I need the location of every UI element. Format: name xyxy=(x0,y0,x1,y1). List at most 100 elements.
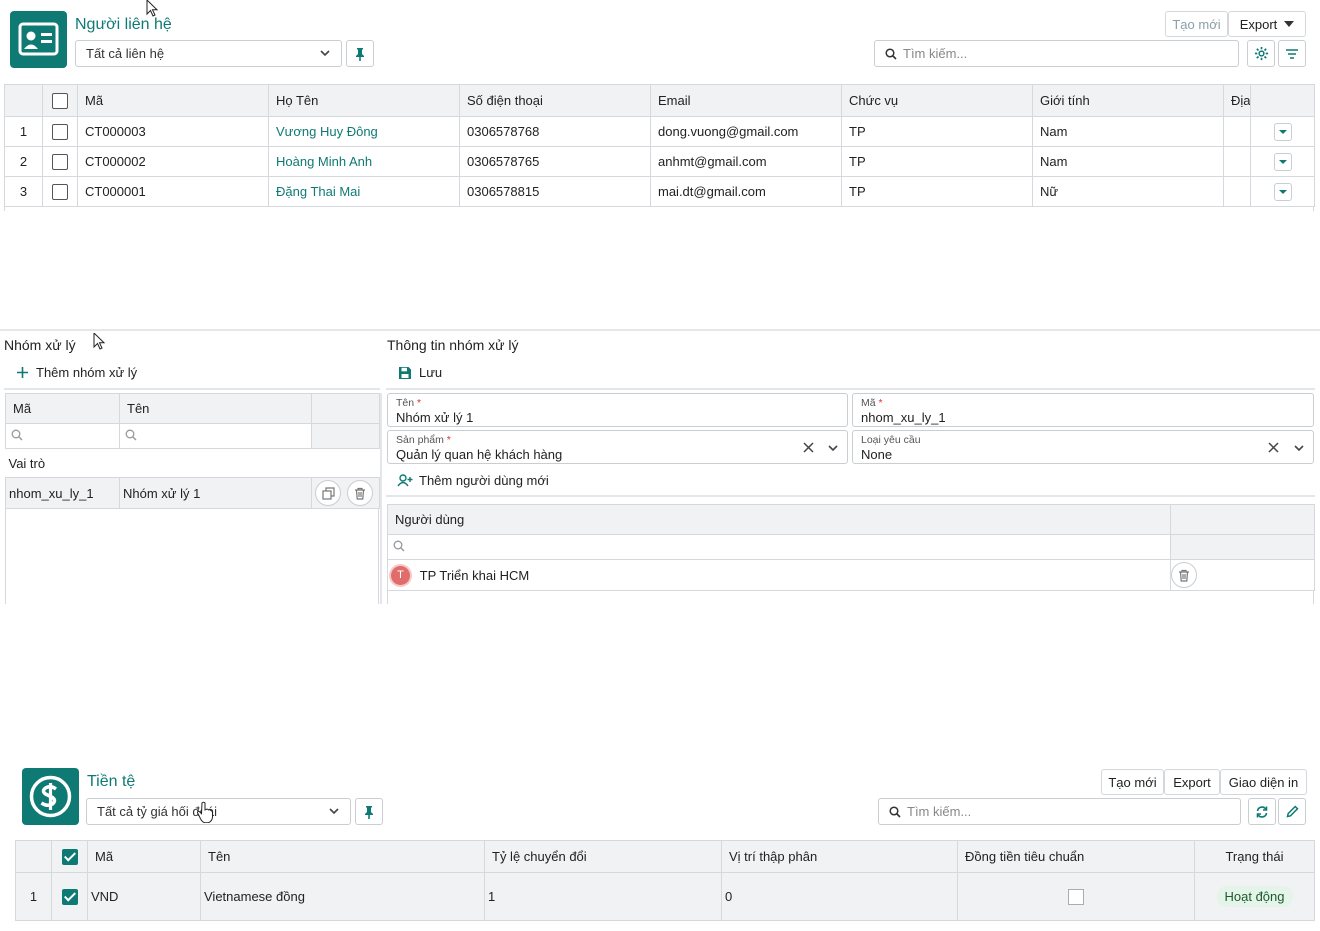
contact-position: TP xyxy=(841,146,1033,177)
standard-currency-cell[interactable] xyxy=(957,872,1195,921)
name-filter-input[interactable] xyxy=(119,423,312,449)
filter-button[interactable] xyxy=(1278,40,1306,67)
column-header[interactable]: Họ Tên xyxy=(268,84,460,117)
row-checkbox[interactable] xyxy=(61,888,78,905)
row-menu-button[interactable] xyxy=(1273,122,1292,141)
add-group-button[interactable]: Thêm nhóm xử lý xyxy=(16,365,137,380)
product-select[interactable]: Sản phẩm * Quản lý quan hệ khách hàng xyxy=(387,430,848,464)
mouse-cursor-icon xyxy=(93,333,106,350)
chevron-down-icon[interactable] xyxy=(1293,442,1305,454)
column-header[interactable]: Người dùng xyxy=(387,504,1171,535)
column-header[interactable]: Trạng thái xyxy=(1194,840,1315,873)
column-header[interactable]: Mã xyxy=(77,84,269,117)
contact-search-input[interactable]: Tìm kiếm... xyxy=(874,40,1239,67)
trash-icon xyxy=(1179,569,1189,582)
contact-name-link[interactable]: Hoàng Minh Anh xyxy=(268,146,460,177)
table-row[interactable]: nhom_xu_ly_1 Nhóm xử lý 1 xyxy=(5,477,380,509)
row-select-cell[interactable] xyxy=(42,146,78,177)
select-all-checkbox[interactable] xyxy=(61,848,78,865)
row-action-cell[interactable] xyxy=(1250,176,1315,207)
table-row[interactable]: 1 VND Vietnamese đồng 1 0 Hoạt động xyxy=(15,872,1315,921)
column-header[interactable]: Email xyxy=(650,84,842,117)
row-index: 3 xyxy=(4,176,43,207)
product-label: Sản phẩm * xyxy=(396,434,451,446)
add-user-button[interactable]: Thêm người dùng mới xyxy=(397,473,549,488)
export-label: Export xyxy=(1239,16,1278,32)
column-header[interactable]: Giới tính xyxy=(1032,84,1224,117)
currency-filter-select[interactable]: Tất cả tỷ giá hối đoái xyxy=(86,798,351,825)
caret-down-icon xyxy=(1284,21,1295,27)
row-checkbox[interactable] xyxy=(52,183,68,200)
select-all-cell[interactable] xyxy=(51,840,88,873)
chevron-down-icon[interactable] xyxy=(827,442,839,454)
empty-filter-cell xyxy=(1170,534,1315,560)
row-index: 2 xyxy=(4,146,43,177)
row-action-cell[interactable] xyxy=(1250,146,1315,177)
contact-filter-select[interactable]: Tất cả liên hệ xyxy=(75,40,342,67)
clear-icon[interactable] xyxy=(803,442,814,453)
column-header[interactable]: Địa xyxy=(1223,84,1251,117)
group-header-label: Vai trò xyxy=(5,448,380,478)
column-header[interactable]: Mã xyxy=(5,393,120,424)
contact-phone: 0306578765 xyxy=(459,146,651,177)
export-button[interactable]: Export xyxy=(1164,769,1220,795)
delete-button[interactable] xyxy=(346,480,373,506)
column-header[interactable]: Chức vụ xyxy=(841,84,1033,117)
new-currency-button[interactable]: Tạo mới xyxy=(1101,769,1164,795)
settings-button[interactable] xyxy=(1247,40,1275,67)
row-menu-button[interactable] xyxy=(1273,182,1292,201)
name-field[interactable]: Tên * Nhóm xử lý 1 xyxy=(387,393,848,427)
edit-button[interactable] xyxy=(1278,798,1306,825)
code-field[interactable]: Mã * nhom_xu_ly_1 xyxy=(852,393,1314,427)
column-header[interactable]: Tên xyxy=(119,393,312,424)
request-type-select[interactable]: Loại yêu cầu None xyxy=(852,430,1314,464)
currency-name: Vietnamese đồng xyxy=(200,872,485,921)
select-all-checkbox[interactable] xyxy=(52,92,68,109)
code-filter-input[interactable] xyxy=(5,423,120,449)
row-actions xyxy=(1170,559,1315,591)
groups-table: Mã Tên Vai trò nhom_xu_ly_1 Nhóm xử lý 1 xyxy=(5,393,380,509)
currency-search-input[interactable]: Tìm kiếm... xyxy=(878,798,1241,825)
row-checkbox[interactable] xyxy=(52,123,68,140)
table-row[interactable]: 3 CT000001 Đặng Thai Mai 0306578815 mai.… xyxy=(4,176,1315,207)
row-action-cell[interactable] xyxy=(1250,116,1315,147)
column-header[interactable]: Tỷ lệ chuyển đổi xyxy=(484,840,722,873)
mouse-cursor-icon xyxy=(146,0,159,17)
column-header[interactable]: Vị trí thập phân xyxy=(721,840,958,873)
pin-button[interactable] xyxy=(346,40,374,67)
row-select-cell[interactable] xyxy=(42,116,78,147)
column-header[interactable]: Đồng tiền tiêu chuẩn xyxy=(957,840,1195,873)
print-layout-button[interactable]: Giao diện in xyxy=(1220,769,1307,795)
row-menu-button[interactable] xyxy=(1273,152,1292,171)
column-header[interactable]: Tên xyxy=(200,840,485,873)
table-row[interactable]: T TP Triển khai HCM xyxy=(387,559,1315,591)
request-type-label: Loại yêu cầu xyxy=(861,434,921,446)
standard-currency-checkbox[interactable] xyxy=(1068,888,1084,905)
row-select-cell[interactable] xyxy=(42,176,78,207)
row-checkbox[interactable] xyxy=(52,153,68,170)
table-row[interactable]: 1 CT000003 Vương Huy Đông 0306578768 don… xyxy=(4,116,1315,147)
group-code: nhom_xu_ly_1 xyxy=(5,477,120,509)
new-contact-button[interactable]: Tạo mới xyxy=(1165,11,1228,37)
select-all-cell[interactable] xyxy=(42,84,78,117)
export-label: Export xyxy=(1173,774,1211,790)
contact-code: CT000002 xyxy=(77,146,269,177)
table-row[interactable]: 2 CT000002 Hoàng Minh Anh 0306578765 anh… xyxy=(4,146,1315,177)
pin-button[interactable] xyxy=(355,798,383,825)
user-name: TP Triển khai HCM xyxy=(419,567,530,583)
save-button[interactable]: Lưu xyxy=(398,365,442,380)
contact-name-link[interactable]: Đặng Thai Mai xyxy=(268,176,460,207)
panel-splitter[interactable] xyxy=(380,393,382,604)
toolbar-divider xyxy=(386,495,1315,497)
column-header[interactable]: Số điện thoại xyxy=(459,84,651,117)
duplicate-button[interactable] xyxy=(315,480,341,506)
export-button[interactable]: Export xyxy=(1228,11,1306,37)
column-header[interactable]: Mã xyxy=(87,840,201,873)
user-filter-input[interactable] xyxy=(387,534,1171,560)
refresh-button[interactable] xyxy=(1248,798,1276,825)
contact-phone: 0306578768 xyxy=(459,116,651,147)
row-select-cell[interactable] xyxy=(51,872,88,921)
delete-user-button[interactable] xyxy=(1171,562,1197,588)
contact-name-link[interactable]: Vương Huy Đông xyxy=(268,116,460,147)
clear-icon[interactable] xyxy=(1268,442,1279,453)
